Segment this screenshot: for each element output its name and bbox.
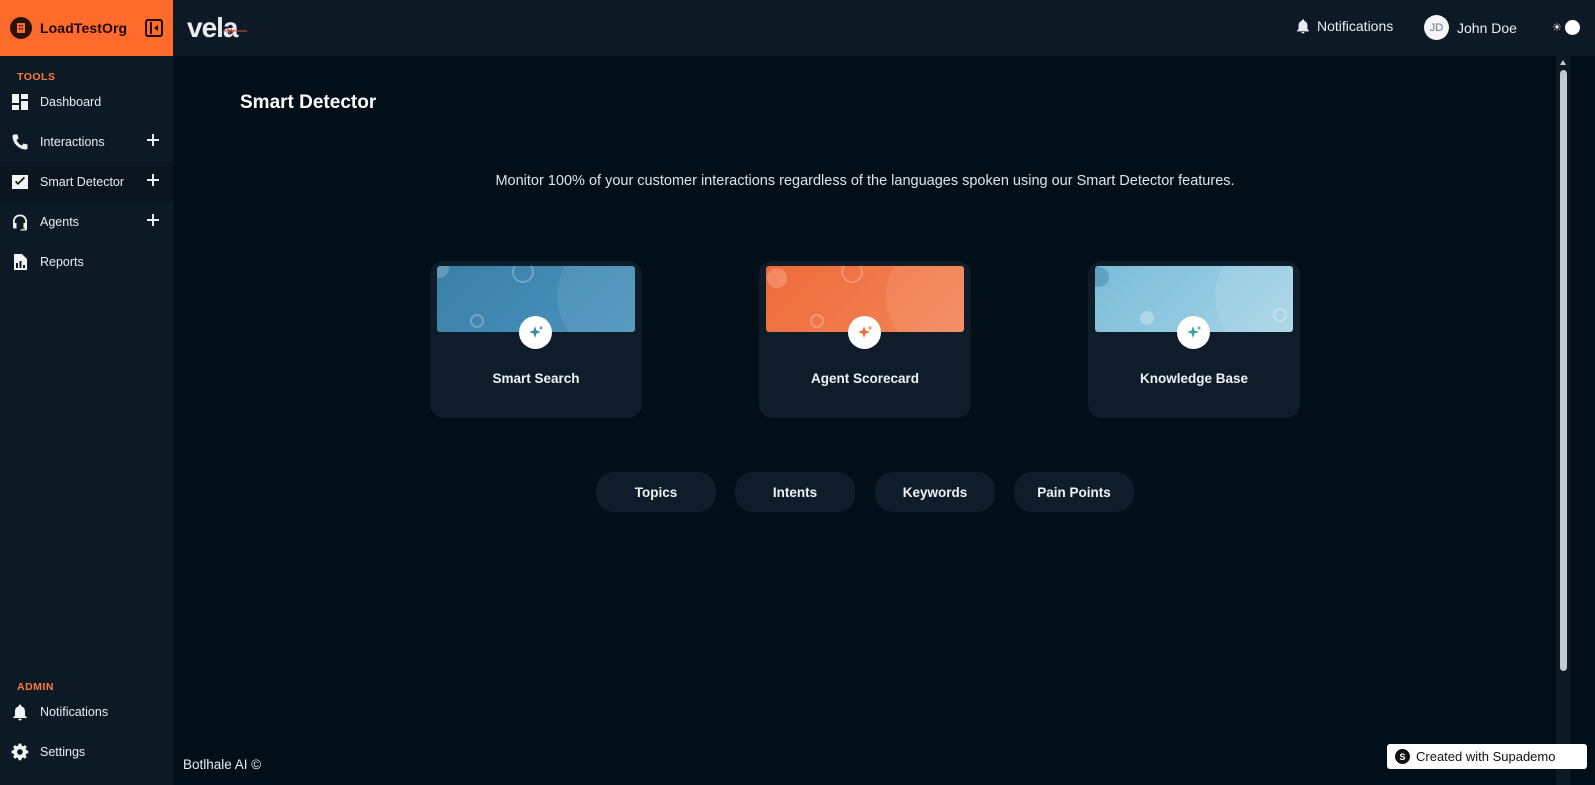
sparkle-icon <box>1177 316 1210 349</box>
avatar: JD <box>1424 15 1449 40</box>
footer-copyright: Botlhale AI © <box>183 757 262 772</box>
sidebar-item-label: Agents <box>40 215 79 229</box>
page-subtitle: Monitor 100% of your customer interactio… <box>495 173 1235 189</box>
pill-intents[interactable]: Intents <box>735 472 855 512</box>
sidebar-item-label: Notifications <box>40 705 109 719</box>
org-switcher[interactable]: LoadTestOrg <box>0 0 173 56</box>
notifications-button[interactable]: Notifications <box>1295 18 1393 34</box>
sidebar-item-label: Reports <box>40 255 84 269</box>
user-menu[interactable]: JD John Doe <box>1424 15 1517 40</box>
sidebar-item-reports[interactable]: Reports <box>0 242 173 282</box>
sidebar-item-dashboard[interactable]: Dashboard <box>0 82 173 122</box>
admin-nav: Notifications Settings <box>0 692 173 772</box>
sidebar-item-label: Interactions <box>40 135 105 149</box>
sidebar-item-notifications[interactable]: Notifications <box>0 692 173 732</box>
dashboard-icon <box>12 94 28 110</box>
phone-icon <box>12 134 28 150</box>
card-title: Agent Scorecard <box>810 371 920 386</box>
brand-wave-icon <box>223 28 247 34</box>
pill-topics[interactable]: Topics <box>596 472 716 512</box>
sidebar-item-label: Settings <box>40 745 86 759</box>
scroll-up-arrow-icon[interactable] <box>1560 60 1566 65</box>
pill-keywords[interactable]: Keywords <box>875 472 995 512</box>
card-title: Smart Search <box>492 371 580 386</box>
theme-toggle[interactable]: ☀ <box>1552 20 1580 35</box>
card-knowledge-base[interactable]: Knowledge Base <box>1088 261 1300 418</box>
headset-icon <box>13 214 27 231</box>
sparkle-icon <box>519 316 552 349</box>
collapse-sidebar-icon[interactable] <box>145 19 163 37</box>
card-agent-scorecard[interactable]: Agent Scorecard <box>759 261 971 418</box>
page-title: Smart Detector <box>240 92 377 113</box>
bell-icon <box>13 704 27 721</box>
sidebar-item-settings[interactable]: Settings <box>0 732 173 772</box>
card-title: Knowledge Base <box>1139 371 1249 386</box>
org-name: LoadTestOrg <box>40 20 128 36</box>
supademo-label: Created with Supademo <box>1416 749 1556 764</box>
user-name: John Doe <box>1457 19 1517 36</box>
expand-plus-icon[interactable] <box>147 134 159 146</box>
report-icon <box>14 254 27 270</box>
expand-plus-icon[interactable] <box>147 214 159 226</box>
gear-icon <box>11 743 29 761</box>
sidebar-item-interactions[interactable]: Interactions <box>0 122 173 162</box>
sparkle-icon <box>848 316 881 349</box>
supademo-badge[interactable]: S Created with Supademo <box>1387 744 1587 769</box>
sidebar: LoadTestOrg TOOLS Dashboard Interactions… <box>0 0 173 785</box>
toggle-knob <box>1564 20 1580 35</box>
scrollbar-thumb[interactable] <box>1560 70 1567 671</box>
notifications-label: Notifications <box>1317 18 1394 34</box>
sun-icon: ☀ <box>1552 22 1562 34</box>
bell-icon <box>1296 19 1310 34</box>
building-icon <box>10 17 32 39</box>
sidebar-item-agents[interactable]: Agents <box>0 202 173 242</box>
card-smart-search[interactable]: Smart Search <box>430 261 642 418</box>
pill-pain-points[interactable]: Pain Points <box>1014 472 1134 512</box>
sidebar-item-label: Dashboard <box>40 95 102 109</box>
top-bar: vela Notifications JD John Doe ☀ <box>173 0 1595 56</box>
supademo-logo-icon: S <box>1395 749 1410 764</box>
